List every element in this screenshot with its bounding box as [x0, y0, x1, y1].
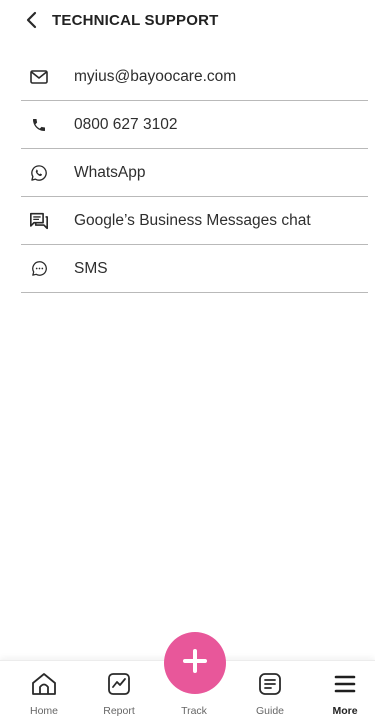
mail-icon [29, 67, 49, 87]
contact-sms-label: SMS [74, 259, 108, 277]
phone-icon [29, 115, 49, 135]
contact-list: myius@bayoocare.com 0800 627 3102 WhatsA… [21, 53, 368, 293]
page-title: TECHNICAL SUPPORT [52, 12, 219, 29]
nav-guide-label: Guide [255, 705, 285, 716]
nav-report[interactable]: Report [89, 661, 149, 716]
contact-email[interactable]: myius@bayoocare.com [21, 53, 368, 101]
header: TECHNICAL SUPPORT [0, 0, 375, 44]
nav-more[interactable]: More [315, 661, 375, 716]
back-button[interactable] [20, 10, 44, 34]
chevron-left-icon [23, 11, 41, 34]
nav-guide[interactable]: Guide [240, 661, 300, 716]
contact-phone[interactable]: 0800 627 3102 [21, 101, 368, 149]
contact-email-label: myius@bayoocare.com [74, 67, 237, 85]
guide-icon [257, 672, 283, 696]
nav-home[interactable]: Home [14, 661, 74, 716]
nav-track-label: Track [181, 705, 207, 716]
nav-report-label: Report [103, 705, 135, 716]
sms-icon [29, 259, 49, 279]
plus-icon [182, 648, 208, 679]
technical-support-screen: TECHNICAL SUPPORT myius@bayoocare.com 08… [0, 0, 375, 716]
nav-home-label: Home [29, 705, 58, 716]
chat-icon [29, 211, 49, 231]
chart-icon [106, 672, 132, 696]
contact-phone-label: 0800 627 3102 [74, 115, 178, 133]
menu-icon [332, 672, 358, 696]
track-add-button[interactable] [164, 632, 226, 694]
contact-whatsapp-label: WhatsApp [74, 163, 146, 181]
contact-business-chat-label: Google’s Business Messages chat [74, 211, 311, 229]
contact-whatsapp[interactable]: WhatsApp [21, 149, 368, 197]
contact-sms[interactable]: SMS [21, 245, 368, 293]
nav-more-label: More [332, 705, 358, 716]
contact-business-chat[interactable]: Google’s Business Messages chat [21, 197, 368, 245]
home-icon [31, 672, 57, 696]
whatsapp-icon [29, 163, 49, 183]
